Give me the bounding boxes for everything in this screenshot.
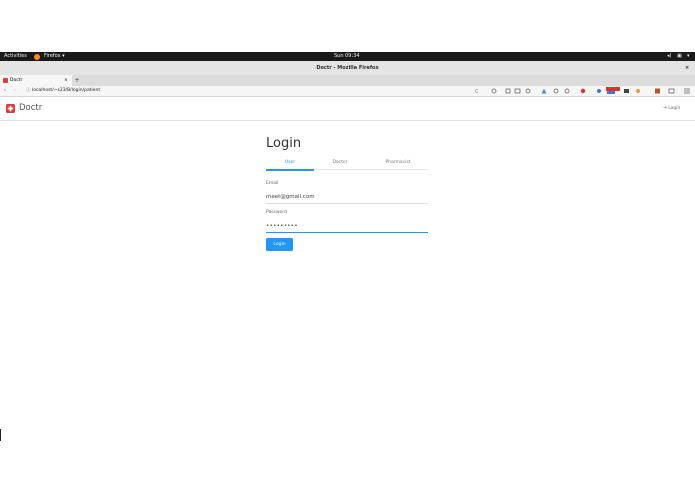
os-top-bar: Activities Firefox ▾ Sun 09:34 ◂) ▣ ▾ (0, 52, 695, 61)
login-button[interactable]: Login (266, 238, 293, 251)
extension-box-icon[interactable] (668, 88, 675, 94)
browser-tab[interactable]: Doctr × (0, 75, 72, 86)
window-title: Doctr - Mozilla Firefox (316, 65, 379, 71)
ublock-icon[interactable] (580, 88, 586, 94)
volume-icon[interactable]: ◂) (667, 52, 671, 61)
brand-name[interactable]: Doctr (19, 102, 42, 114)
app-menu[interactable]: Firefox ▾ (44, 52, 65, 61)
window-title-bar: Doctr - Mozilla Firefox × (0, 61, 695, 75)
extension-orange-icon[interactable] (636, 89, 640, 93)
extension-dark-icon[interactable] (624, 89, 629, 93)
password-field[interactable]: ••••••••• (266, 220, 428, 233)
close-window-icon[interactable]: × (685, 61, 689, 75)
firefox-icon (34, 53, 40, 60)
info-icon[interactable]: ⓘ (26, 86, 31, 96)
app-header (0, 97, 695, 121)
tab-title: Doctr (10, 78, 23, 83)
sidebar-icon[interactable] (514, 88, 521, 94)
header-login-link[interactable]: ⇥ Login (663, 105, 680, 113)
extension-blue-icon[interactable] (597, 89, 601, 93)
tab-favicon-icon (3, 78, 8, 83)
email-label: Email (266, 181, 279, 186)
pocket-icon[interactable] (525, 88, 531, 94)
extension-badge-icon[interactable] (606, 87, 620, 91)
extension-triangle-icon[interactable] (541, 88, 547, 94)
menu-icon[interactable] (684, 88, 690, 94)
page-title: Login (266, 136, 302, 151)
password-label: Password (266, 210, 288, 215)
url-bar[interactable]: localhost/~s23/B/login/patient (32, 86, 100, 96)
tab-doctor[interactable]: Doctor (316, 158, 364, 167)
email-field[interactable]: meet@gmail.com (266, 191, 428, 204)
back-icon[interactable]: ‹ (4, 86, 6, 96)
zoom-icon[interactable] (491, 88, 497, 94)
text-cursor (0, 429, 1, 441)
active-tab-indicator (266, 169, 314, 171)
library-icon[interactable] (505, 88, 511, 94)
system-menu-icon[interactable]: ▾ (687, 52, 690, 61)
tab-pharmacist[interactable]: Pharmacist (368, 158, 428, 167)
clock[interactable]: Sun 09:34 (334, 52, 360, 61)
close-tab-icon[interactable]: × (64, 75, 68, 86)
extension-brown-icon[interactable] (655, 88, 660, 94)
battery-icon[interactable]: ▣ (677, 52, 682, 61)
header-login-label: Login (668, 106, 681, 111)
browser-toolbar: C (470, 86, 695, 96)
activities-button[interactable]: Activities (4, 52, 27, 61)
reload-icon[interactable]: C (475, 89, 479, 95)
login-arrow-icon: ⇥ (663, 106, 667, 111)
tab-user[interactable]: User (266, 158, 314, 167)
extension-flag-icon[interactable] (607, 91, 615, 94)
new-tab-icon[interactable]: + (73, 75, 81, 86)
brand-logo-icon[interactable] (6, 104, 15, 113)
extension-gear-icon[interactable] (553, 88, 559, 94)
chat-icon[interactable] (564, 88, 570, 94)
forward-icon[interactable]: › (14, 86, 16, 96)
